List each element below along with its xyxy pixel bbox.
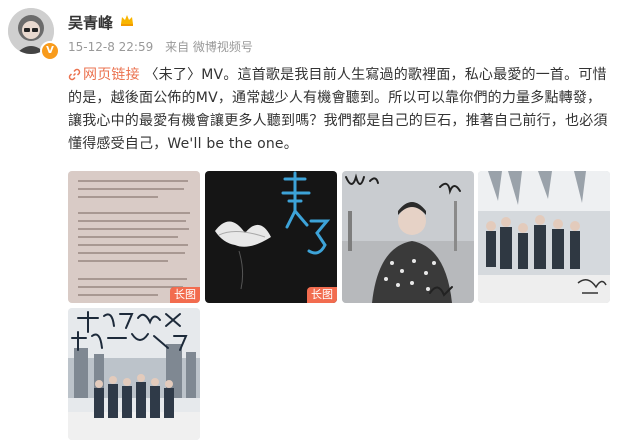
post-meta: 15-12-8 22:59 来自 微博视频号: [68, 38, 261, 55]
post-image-2[interactable]: 长图: [205, 171, 337, 303]
post-text: 〈未了〉MV。這首歌是我目前人生寫過的歌裡面，私心最愛的一首。可惜的是，越後面公…: [68, 67, 608, 152]
post-image-5[interactable]: [68, 308, 200, 440]
verified-badge-icon: V: [40, 41, 60, 61]
post-content: 网页链接 〈未了〉MV。這首歌是我目前人生寫過的歌裡面，私心最愛的一首。可惜的是…: [68, 64, 613, 156]
crown-icon: [121, 15, 133, 26]
web-link-label: 网页链接: [83, 67, 140, 83]
web-link[interactable]: 网页链接: [68, 67, 144, 83]
post-image-4[interactable]: [478, 171, 610, 303]
post-image-3[interactable]: [342, 171, 474, 303]
link-icon: [68, 68, 81, 81]
post-timestamp[interactable]: 15-12-8 22:59: [68, 40, 153, 54]
post-source: 来自 微博视频号: [165, 40, 253, 54]
long-image-badge: 长图: [170, 287, 200, 303]
username[interactable]: 吴青峰: [68, 12, 113, 33]
long-image-badge: 长图: [307, 287, 337, 303]
post-image-1[interactable]: 长图: [68, 171, 200, 303]
